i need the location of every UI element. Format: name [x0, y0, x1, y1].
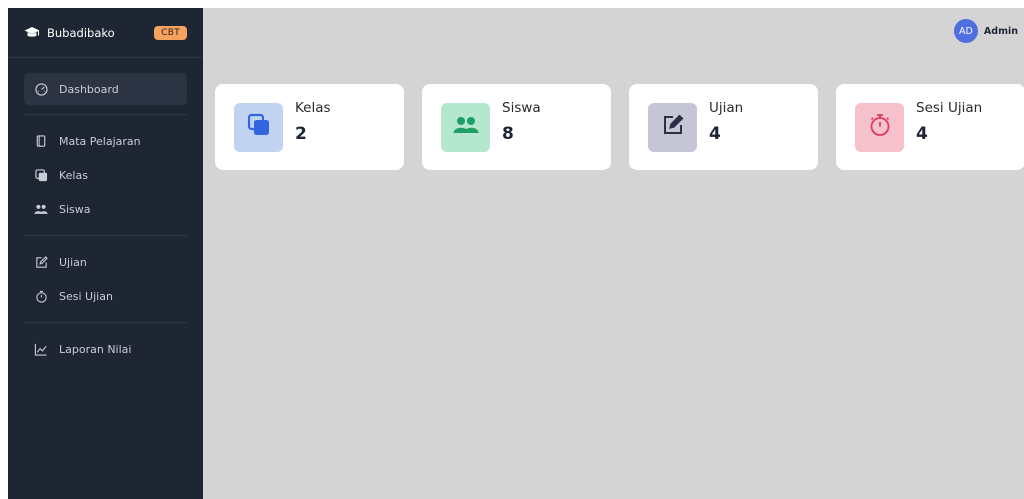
sidebar-item-label: Dashboard	[59, 82, 119, 96]
people-icon	[453, 116, 479, 138]
stopwatch-icon	[868, 113, 892, 141]
brand-name: Bubadibako	[47, 25, 115, 40]
book-icon	[34, 134, 48, 148]
stat-value: 2	[295, 124, 307, 144]
stat-cards: Kelas 2 Siswa 8 Ujian 4 Sesi Ujian 4	[215, 84, 1024, 170]
stat-value: 4	[916, 124, 928, 144]
stat-value: 4	[709, 124, 721, 144]
sidebar-item-ujian[interactable]: Ujian	[24, 245, 187, 279]
sidebar-item-laporan-nilai[interactable]: Laporan Nilai	[24, 332, 187, 366]
stat-icon-box	[648, 102, 697, 152]
stat-value: 8	[502, 124, 514, 144]
main-content: AD Admin Kelas 2 Siswa 8 Ujian 4 Sesi Uj…	[203, 8, 1024, 499]
sidebar-item-dashboard[interactable]: Dashboard	[24, 73, 187, 105]
graduation-cap-icon	[24, 25, 40, 41]
copy-icon	[34, 168, 48, 182]
stat-text: Sesi Ujian 4	[916, 84, 982, 144]
stat-text: Ujian 4	[709, 84, 743, 144]
graph-up-icon	[34, 342, 48, 356]
stat-label: Siswa	[502, 100, 541, 116]
stat-label: Ujian	[709, 100, 744, 116]
user-menu[interactable]: AD Admin	[953, 19, 1018, 43]
sidebar-item-label: Sesi Ujian	[59, 289, 113, 303]
divider	[24, 114, 187, 115]
stat-text: Siswa 8	[502, 84, 541, 144]
pencil-square-icon	[662, 114, 684, 140]
stat-card-ujian[interactable]: Ujian 4	[629, 84, 818, 170]
sidebar-item-label: Laporan Nilai	[59, 342, 132, 356]
people-icon	[34, 202, 48, 216]
app-shell: Bubadibako CBT Dashboard Mata Pelajaran	[8, 8, 1024, 499]
stat-label: Kelas	[295, 100, 331, 116]
stat-label: Sesi Ujian	[916, 100, 983, 116]
cbt-badge: CBT	[154, 25, 187, 40]
stat-card-siswa[interactable]: Siswa 8	[422, 84, 611, 170]
stat-card-kelas[interactable]: Kelas 2	[215, 84, 404, 170]
copy-icon	[247, 113, 271, 141]
sidebar-item-label: Kelas	[59, 168, 88, 182]
pencil-square-icon	[34, 255, 48, 269]
stat-icon-box	[234, 102, 283, 152]
user-name: Admin	[983, 25, 1018, 37]
stat-text: Kelas 2	[295, 84, 331, 144]
brand[interactable]: Bubadibako CBT	[8, 8, 203, 58]
stat-icon-box	[441, 102, 490, 152]
sidebar-item-kelas[interactable]: Kelas	[24, 158, 187, 192]
topbar: AD Admin	[203, 8, 1024, 54]
stat-card-sesi-ujian[interactable]: Sesi Ujian 4	[836, 84, 1024, 170]
speedometer-icon	[34, 82, 48, 96]
stopwatch-icon	[34, 289, 48, 303]
sidebar-item-sesi-ujian[interactable]: Sesi Ujian	[24, 279, 187, 313]
avatar: AD	[953, 19, 978, 43]
sidebar-item-label: Siswa	[59, 202, 91, 216]
sidebar-item-mata-pelajaran[interactable]: Mata Pelajaran	[24, 124, 187, 158]
sidebar-item-siswa[interactable]: Siswa	[24, 192, 187, 226]
sidebar-item-label: Mata Pelajaran	[59, 134, 141, 148]
stat-icon-box	[855, 102, 904, 152]
sidebar-item-label: Ujian	[59, 255, 87, 269]
sidebar-menu: Dashboard Mata Pelajaran Kelas Siswa Uji…	[8, 58, 203, 366]
sidebar: Bubadibako CBT Dashboard Mata Pelajaran	[8, 8, 203, 499]
divider	[24, 322, 187, 323]
divider	[24, 235, 187, 236]
